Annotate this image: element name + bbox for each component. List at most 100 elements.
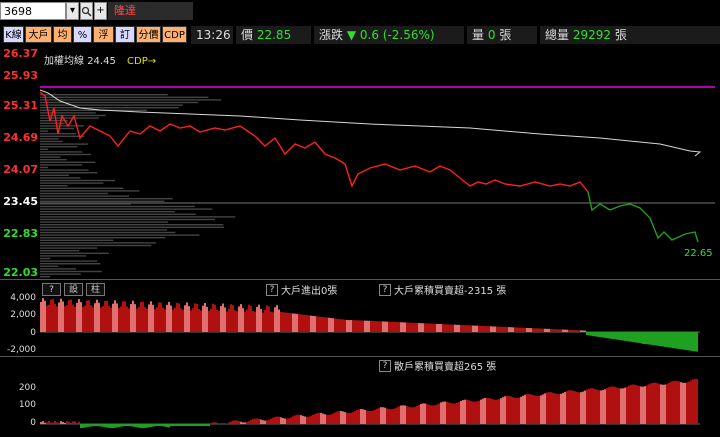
retail-bar	[324, 414, 326, 424]
retail-bar	[406, 406, 408, 424]
retail-bar	[274, 416, 276, 424]
retail-bar	[204, 424, 206, 426]
retail-bar	[232, 420, 234, 424]
volume-profile-bar	[40, 169, 89, 171]
big-player-bar	[94, 303, 96, 332]
big-player-bar	[296, 313, 298, 332]
big-player-bar	[548, 328, 550, 332]
change-label: 漲跌	[319, 28, 344, 42]
retail-bar	[692, 379, 694, 424]
big-player-bar	[214, 304, 216, 332]
retail-bar	[562, 393, 564, 424]
big-player-bar	[124, 301, 126, 332]
big-player-bar	[666, 332, 668, 348]
volume-profile-bar	[40, 195, 130, 197]
big-player-bar	[560, 329, 562, 332]
retail-bar	[94, 424, 96, 427]
mode-button[interactable]: 均	[53, 26, 72, 43]
big-player-bar	[646, 332, 648, 345]
retail-bar	[588, 388, 590, 424]
retail-bar	[476, 401, 478, 424]
retail-bar	[352, 412, 354, 424]
big-player-bar	[114, 300, 116, 332]
big-player-bar	[556, 329, 558, 332]
retail-bar	[116, 424, 118, 428]
big-player-bar	[610, 332, 612, 339]
retail-bar	[470, 400, 472, 424]
big-player-bar	[334, 318, 336, 332]
big-player-bar	[644, 332, 646, 344]
big-player-bar	[612, 332, 614, 340]
big-player-bar	[470, 325, 472, 332]
retail-bar	[518, 397, 520, 424]
big-player-bar	[518, 327, 520, 332]
big-player-bar	[160, 302, 162, 332]
retail-bar	[606, 388, 608, 424]
big-player-bar	[326, 317, 328, 332]
retail-bar	[96, 424, 98, 427]
retail-bar	[384, 407, 386, 424]
retail-bar	[154, 424, 156, 427]
y-tick-label: 25.93	[3, 69, 38, 82]
big-player-bar	[654, 332, 656, 346]
big-player-bar	[650, 332, 652, 345]
dropdown-button[interactable]: ▾	[66, 2, 79, 20]
big-player-bar	[684, 332, 686, 350]
stock-name-label: 隆達	[114, 4, 136, 17]
volume-profile-bar	[40, 242, 157, 244]
mode-button[interactable]: K線	[3, 26, 24, 43]
add-button[interactable]: +	[94, 2, 107, 20]
big-player-bar	[494, 326, 496, 332]
y-tick-label: 22.03	[3, 266, 38, 279]
retail-bar	[350, 412, 352, 424]
retail-bar	[136, 424, 138, 428]
retail-bar	[98, 424, 100, 427]
retail-bar	[398, 406, 400, 424]
retail-bar	[554, 393, 556, 424]
retail-bar	[656, 383, 658, 424]
plus-icon: +	[96, 5, 105, 16]
mode-button[interactable]: CDP	[162, 26, 187, 43]
symbol-input[interactable]: 3698	[0, 2, 66, 20]
retail-bar	[660, 384, 662, 424]
retail-bar	[614, 386, 616, 424]
retail-bar	[530, 394, 532, 424]
volume-unit: 張	[499, 28, 512, 42]
volume-profile-bar	[40, 187, 124, 189]
retail-bar	[670, 381, 672, 424]
retail-bar	[342, 411, 344, 424]
retail-bar	[234, 420, 236, 424]
mode-button[interactable]: 大戶	[25, 26, 52, 43]
big-player-bar	[136, 308, 138, 332]
search-button[interactable]	[80, 2, 93, 20]
mode-button[interactable]: 訂	[115, 26, 135, 43]
retail-bar	[446, 401, 448, 424]
mode-button[interactable]: 分價	[136, 26, 161, 43]
big-player-bar	[288, 312, 290, 332]
big-player-bar	[486, 326, 488, 332]
retail-bar	[206, 424, 208, 426]
retail-bar	[280, 417, 282, 424]
retail-bar	[440, 402, 442, 424]
retail-bar	[410, 407, 412, 424]
retail-bar	[422, 403, 424, 424]
retail-bar	[192, 424, 194, 426]
retail-bar	[146, 424, 148, 428]
mode-button[interactable]: 浮	[93, 26, 114, 43]
big-player-bar	[578, 330, 580, 332]
retail-bar	[586, 389, 588, 424]
big-player-bar	[630, 332, 632, 342]
big-player-bar	[310, 315, 312, 332]
mode-button[interactable]: %	[73, 26, 92, 43]
big-player-bar	[226, 311, 228, 332]
big-player-bar	[360, 320, 362, 332]
big-player-bar	[530, 328, 532, 332]
retail-bar	[478, 400, 480, 424]
retail-bar	[396, 407, 398, 424]
big-player-bar	[262, 312, 264, 332]
big-player-bar	[346, 319, 348, 332]
retail-bar	[348, 413, 350, 424]
retail-bar	[240, 421, 242, 424]
volume-profile-bar	[40, 99, 222, 101]
retail-bar	[536, 396, 538, 424]
